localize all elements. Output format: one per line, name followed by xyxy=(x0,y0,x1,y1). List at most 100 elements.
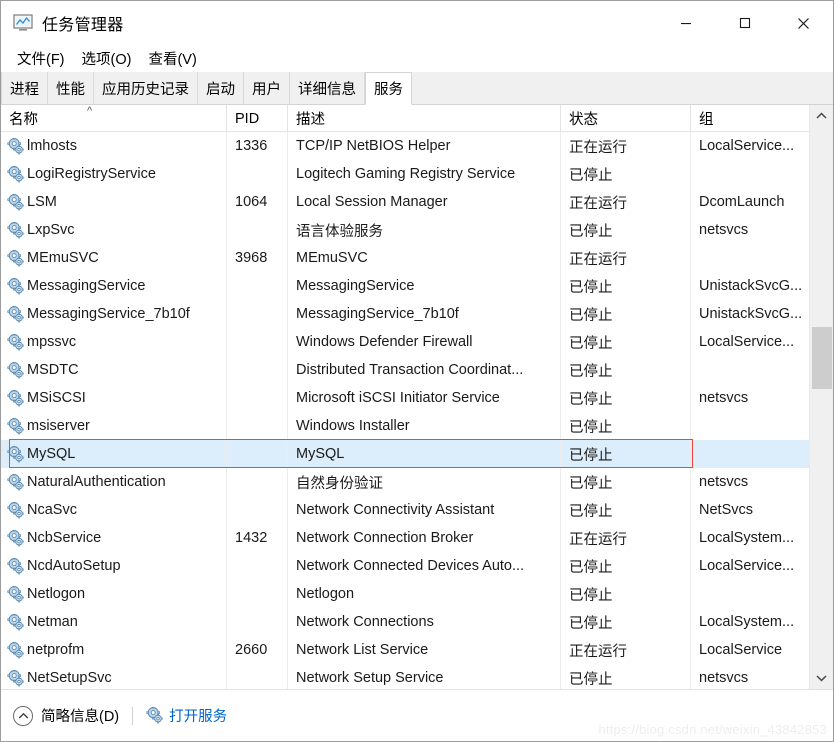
table-row[interactable]: Netman Network Connections 已停止 LocalSystem.… xyxy=(1,608,810,636)
column-header-pid[interactable]: PID xyxy=(227,105,288,132)
cell-status: 已停止 xyxy=(561,160,691,188)
tab-processes[interactable]: 进程 xyxy=(1,72,48,104)
service-name-label: MessagingService_7b10f xyxy=(27,306,190,322)
service-name-label: LxpSvc xyxy=(27,222,75,238)
cell-description: TCP/IP NetBIOS Helper xyxy=(288,132,561,160)
window-title: 任务管理器 xyxy=(42,17,124,34)
close-button[interactable] xyxy=(774,1,833,45)
cell-pid: 1064 xyxy=(227,188,288,216)
table-row[interactable]: NcdAutoSetup Network Connected Devices Au… xyxy=(1,552,810,580)
cell-status: 正在运行 xyxy=(561,132,691,160)
tab-users[interactable]: 用户 xyxy=(244,72,290,104)
service-gear-icon xyxy=(7,275,24,295)
cell-group: netsvcs xyxy=(699,390,749,406)
window-controls xyxy=(656,1,833,45)
menu-item-options[interactable]: 选项(O) xyxy=(75,46,139,72)
tab-startup[interactable]: 启动 xyxy=(198,72,244,104)
cell-status: 已停止 xyxy=(561,356,691,384)
scrollbar-thumb[interactable] xyxy=(811,327,832,389)
table-row[interactable]: MessagingService MessagingService 已停止 Unist… xyxy=(1,272,810,300)
service-name-label: mpssvc xyxy=(27,334,77,350)
service-gear-icon xyxy=(7,583,24,603)
sort-ascending-icon: ^ xyxy=(87,105,93,117)
tab-app-history[interactable]: 应用历史记录 xyxy=(94,72,198,104)
cell-description: Local Session Manager xyxy=(288,188,561,216)
column-header-name[interactable]: 名称 ^ xyxy=(1,105,227,132)
table-row[interactable]: NcbService 1432 Network Connection Broker 正… xyxy=(1,524,810,552)
cell-description: Network Connectivity Assistant xyxy=(288,496,561,524)
vertical-scrollbar[interactable] xyxy=(809,105,833,689)
scroll-up-button[interactable] xyxy=(809,105,833,127)
cell-status: 已停止 xyxy=(561,216,691,244)
table-row[interactable]: netprofm 2660 Network List Service 正在运行 Loca… xyxy=(1,636,810,664)
tab-services[interactable]: 服务 xyxy=(365,72,412,105)
cell-description: Network Setup Service xyxy=(288,664,561,689)
service-gear-icon xyxy=(7,359,24,379)
table-row[interactable]: MessagingService_7b10f MessagingService_7… xyxy=(1,300,810,328)
table-row[interactable]: LSM 1064 Local Session Manager 正在运行 DcomLaun… xyxy=(1,188,810,216)
table-row[interactable]: MySQL MySQL 已停止 xyxy=(1,440,810,468)
service-gear-icon xyxy=(7,135,24,155)
service-name-label: MSDTC xyxy=(27,362,79,378)
cell-pid xyxy=(227,552,288,580)
table-row[interactable]: NcaSvc Network Connectivity Assistant 已停止 N… xyxy=(1,496,810,524)
fewer-details-button[interactable]: 简略信息(D) xyxy=(13,705,119,726)
maximize-button[interactable] xyxy=(715,1,774,45)
task-manager-window: 任务管理器 文件(F) 选项(O) 查看(V) 进程 性能 应用历史记录 启动 xyxy=(0,0,834,742)
scroll-down-button[interactable] xyxy=(809,667,833,689)
table-row[interactable]: LxpSvc 语言体验服务 已停止 netsvcs xyxy=(1,216,810,244)
table-row[interactable]: NetSetupSvc Network Setup Service 已停止 netsv… xyxy=(1,664,810,689)
table-row[interactable]: MSiSCSI Microsoft iSCSI Initiator Service… xyxy=(1,384,810,412)
cell-group: LocalService xyxy=(699,642,783,658)
table-row[interactable]: LogiRegistryService Logitech Gaming Regis… xyxy=(1,160,810,188)
column-header-status[interactable]: 状态 xyxy=(561,105,691,132)
tab-details[interactable]: 详细信息 xyxy=(290,72,365,104)
service-gear-icon xyxy=(7,471,24,491)
table-row[interactable]: MSDTC Distributed Transaction Coordinat..… xyxy=(1,356,810,384)
cell-service-name: Netman xyxy=(1,608,227,636)
cell-status: 正在运行 xyxy=(561,244,691,272)
cell-status: 已停止 xyxy=(561,328,691,356)
cell-service-name: netprofm xyxy=(1,636,227,664)
task-manager-icon xyxy=(13,14,33,32)
services-table: 名称 ^ PID 描述 状态 组 lmhosts 1336 TCP/IP NetBI… xyxy=(1,105,833,689)
menu-item-file[interactable]: 文件(F) xyxy=(10,46,72,72)
cell-pid xyxy=(227,608,288,636)
table-row[interactable]: msiserver Windows Installer 已停止 xyxy=(1,412,810,440)
cell-status: 已停止 xyxy=(561,580,691,608)
table-row[interactable]: NaturalAuthentication 自然身份验证 已停止 netsvcs xyxy=(1,468,810,496)
service-gear-icon xyxy=(7,163,24,183)
service-gear-icon xyxy=(7,191,24,211)
table-row[interactable]: Netlogon Netlogon 已停止 xyxy=(1,580,810,608)
cell-status: 正在运行 xyxy=(561,188,691,216)
column-header-description[interactable]: 描述 xyxy=(288,105,561,132)
service-name-label: NetSetupSvc xyxy=(27,670,112,686)
service-name-label: Netlogon xyxy=(27,586,86,602)
table-row[interactable]: lmhosts 1336 TCP/IP NetBIOS Helper 正在运行 Loca… xyxy=(1,132,810,160)
title-bar[interactable]: 任务管理器 xyxy=(1,1,833,45)
scrollbar-track[interactable] xyxy=(810,127,834,667)
minimize-button[interactable] xyxy=(656,1,715,45)
cell-pid xyxy=(227,356,288,384)
cell-group xyxy=(691,356,810,384)
column-headers: 名称 ^ PID 描述 状态 组 xyxy=(1,105,810,132)
cell-service-name: MessagingService xyxy=(1,272,227,300)
tab-performance[interactable]: 性能 xyxy=(48,72,94,104)
cell-description: Network Connection Broker xyxy=(288,524,561,552)
table-row[interactable]: mpssvc Windows Defender Firewall 已停止 LocalS… xyxy=(1,328,810,356)
cell-pid xyxy=(227,216,288,244)
cell-group: netsvcs xyxy=(699,222,749,238)
open-services-label: 打开服务 xyxy=(169,709,228,725)
table-row[interactable]: MEmuSVC 3968 MEmuSVC 正在运行 xyxy=(1,244,810,272)
tab-strip: 进程 性能 应用历史记录 启动 用户 详细信息 服务 xyxy=(1,72,833,105)
cell-group: DcomLaunch xyxy=(699,194,785,210)
menu-item-view[interactable]: 查看(V) xyxy=(141,46,203,72)
cell-description: Network List Service xyxy=(288,636,561,664)
service-name-label: LogiRegistryService xyxy=(27,166,156,182)
open-services-button[interactable]: 打开服务 xyxy=(146,704,228,726)
cell-description: MEmuSVC xyxy=(288,244,561,272)
cell-service-name: LSM xyxy=(1,188,227,216)
cell-service-name: LxpSvc xyxy=(1,216,227,244)
service-name-label: NcbService xyxy=(27,530,102,546)
column-header-group[interactable]: 组 xyxy=(691,105,810,132)
